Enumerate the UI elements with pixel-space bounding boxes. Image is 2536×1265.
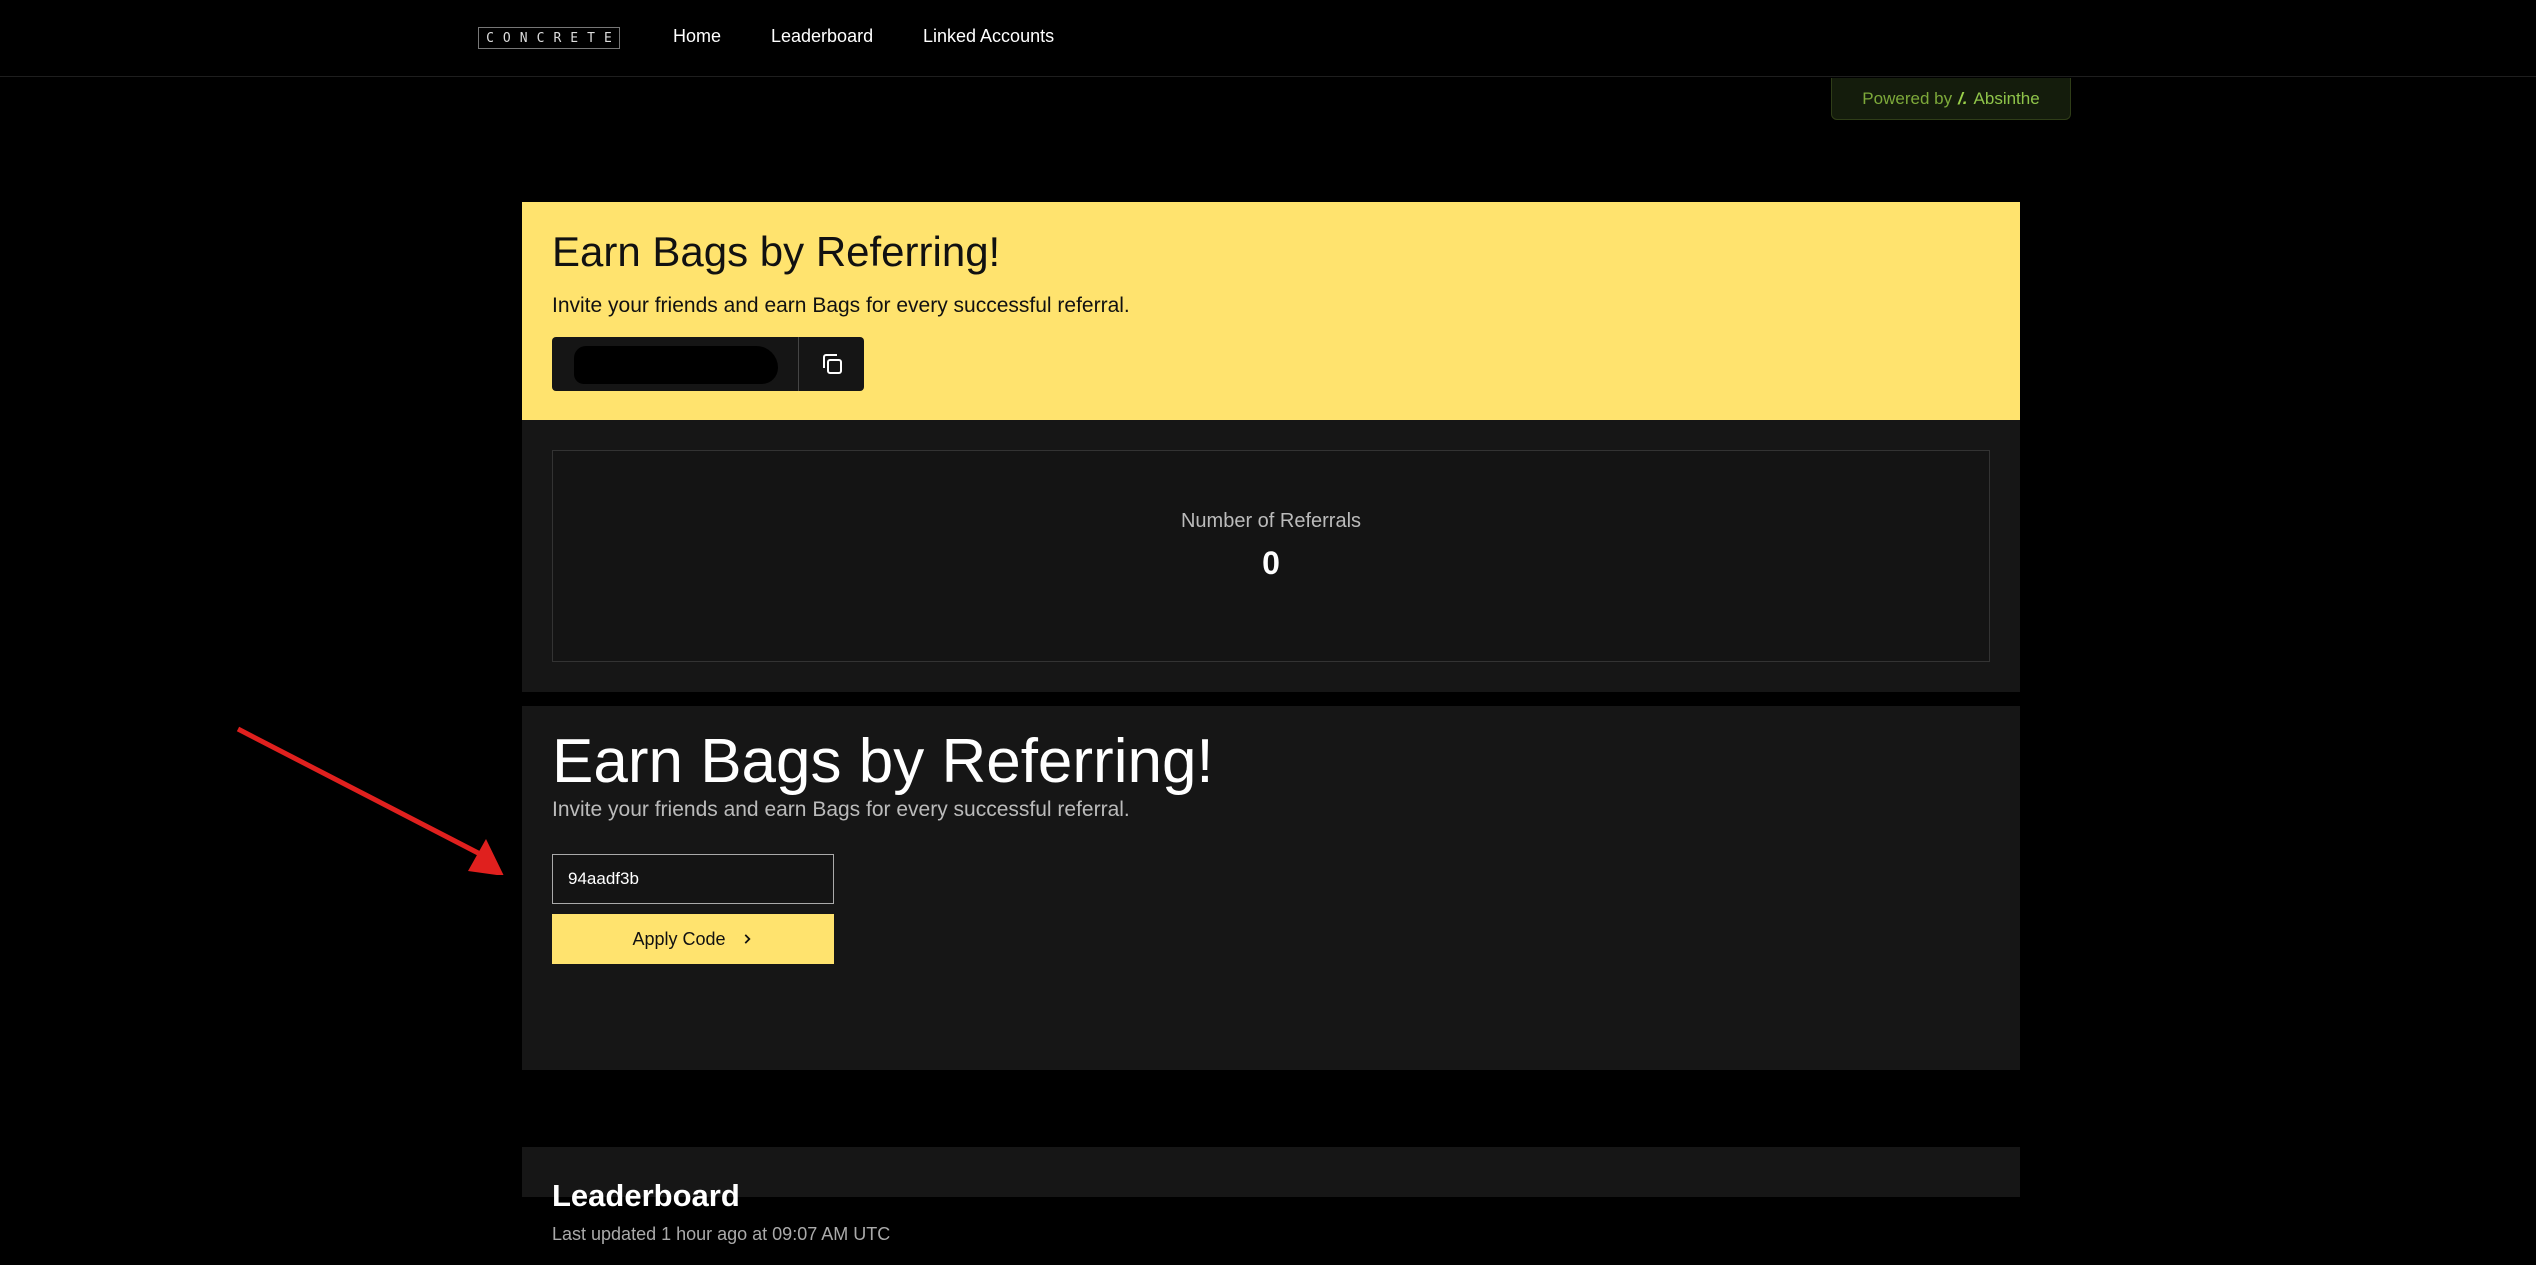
powered-by-label: Powered by (1862, 88, 1953, 108)
referral-card-subtitle: Invite your friends and earn Bags for ev… (552, 294, 1130, 317)
logo-letter: O (502, 30, 511, 46)
logo-letter: E (603, 30, 612, 46)
logo-letter: E (570, 30, 579, 46)
apply-card-subtitle: Invite your friends and earn Bags for ev… (552, 798, 1130, 821)
referral-count-panel: Number of Referrals 0 (552, 450, 1990, 662)
apply-code-card: Earn Bags by Referring! Invite your frie… (522, 706, 2020, 1070)
referral-code-field[interactable] (552, 337, 798, 391)
logo-letter: R (553, 30, 562, 46)
concrete-logo[interactable]: C O N C R E T E (478, 27, 620, 49)
leaderboard-card (522, 1147, 2020, 1197)
powered-by-brand: Absinthe (1973, 88, 2040, 108)
referral-code-box (552, 337, 864, 391)
nav-link-leaderboard[interactable]: Leaderboard (771, 26, 873, 47)
copy-icon (822, 354, 842, 374)
referral-code-card: Earn Bags by Referring! Invite your frie… (522, 202, 2020, 420)
absinthe-logo-icon: /. (1958, 88, 1968, 108)
red-annotation-arrow (236, 726, 504, 875)
logo-letter: C (486, 30, 494, 46)
nav-link-home[interactable]: Home (673, 26, 721, 47)
copy-button[interactable] (798, 337, 864, 391)
apply-code-label: Apply Code (632, 928, 726, 949)
referral-count-value: 0 (1262, 545, 1280, 581)
apply-card-title: Earn Bags by Referring! (552, 727, 1214, 796)
powered-by-badge[interactable]: Powered by /. Absinthe (1831, 78, 2071, 120)
logo-letter: N (519, 30, 528, 46)
nav-link-linked-accounts[interactable]: Linked Accounts (923, 26, 1054, 47)
referral-code-input[interactable] (552, 854, 834, 904)
redacted-code-mark (574, 346, 778, 384)
referral-card-title: Earn Bags by Referring! (552, 228, 1001, 275)
leaderboard-title: Leaderboard (552, 1178, 740, 1213)
chevron-right-icon (744, 934, 751, 944)
logo-letter: C (536, 30, 545, 46)
apply-code-button[interactable]: Apply Code (552, 914, 834, 964)
referral-count-label: Number of Referrals (1180, 510, 1362, 532)
logo-letter: T (587, 30, 595, 46)
referral-stats-card: Number of Referrals 0 (522, 420, 2020, 692)
leaderboard-last-updated: Last updated 1 hour ago at 09:07 AM UTC (552, 1224, 891, 1244)
top-navigation: C O N C R E T E Home Leaderboard Linked … (0, 0, 2536, 77)
